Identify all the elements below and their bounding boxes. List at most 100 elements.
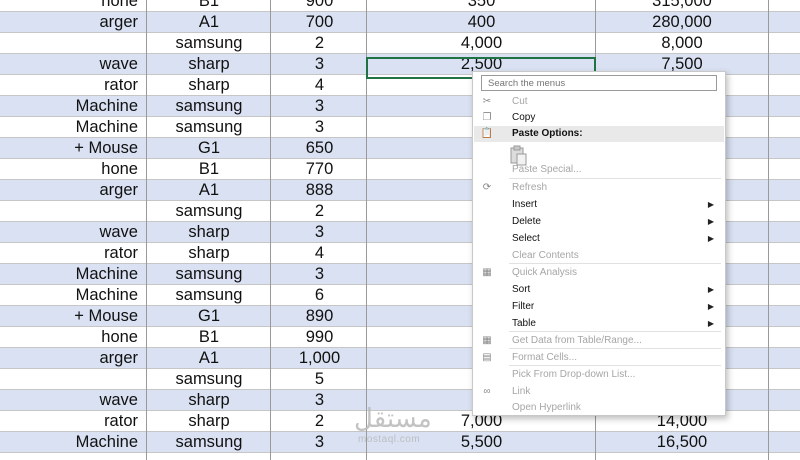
menu-item-table[interactable]: Table ▶: [474, 316, 724, 332]
menu-search-input[interactable]: [481, 75, 717, 91]
table-cell[interactable]: 4: [271, 243, 368, 263]
table-cell[interactable]: 3: [271, 54, 368, 74]
table-cell[interactable]: 900: [271, 0, 368, 11]
table-cell[interactable]: 990: [271, 327, 368, 347]
table-cell[interactable]: sharp: [147, 75, 271, 95]
table-cell[interactable]: G1: [147, 306, 271, 326]
table-cell[interactable]: rator: [0, 75, 146, 95]
table-cell[interactable]: sharp: [147, 411, 271, 431]
menu-item-quick-analysis[interactable]: ▦ Quick Analysis: [474, 265, 724, 281]
table-cell[interactable]: 650: [271, 138, 368, 158]
table-cell[interactable]: 2: [271, 201, 368, 221]
menu-item-refresh[interactable]: ⟳ Refresh: [474, 180, 724, 196]
menu-item-open-hyperlink[interactable]: Open Hyperlink: [474, 400, 724, 416]
table-cell[interactable]: 4: [271, 75, 368, 95]
table-cell[interactable]: A1: [147, 180, 271, 200]
table-cell[interactable]: 770: [271, 159, 368, 179]
menu-item-clear-contents[interactable]: Clear Contents: [474, 248, 724, 264]
table-cell[interactable]: 1,000: [271, 348, 368, 368]
table-cell[interactable]: 3: [271, 264, 368, 284]
table-cell[interactable]: [0, 201, 146, 221]
menu-item-label: Filter: [512, 301, 535, 312]
menu-item-copy[interactable]: ❐ Copy: [474, 110, 724, 126]
table-cell[interactable]: 6: [271, 285, 368, 305]
table-cell[interactable]: [0, 33, 146, 53]
table-cell[interactable]: + Mouse: [0, 306, 146, 326]
table-cell[interactable]: 5,500: [367, 432, 596, 452]
table-cell[interactable]: 3: [271, 432, 368, 452]
table-cell[interactable]: 16,500: [596, 432, 768, 452]
table-cell[interactable]: wave: [0, 390, 146, 410]
table-cell[interactable]: 2: [271, 411, 368, 431]
table-cell[interactable]: 315,000: [596, 0, 768, 11]
menu-item-pick-from-drop-down-list[interactable]: Pick From Drop-down List...: [474, 367, 724, 383]
menu-item-sort[interactable]: Sort ▶: [474, 282, 724, 298]
table-cell[interactable]: hone: [0, 159, 146, 179]
menu-item-link[interactable]: ∞ Link: [474, 384, 724, 400]
menu-item-get-data-from-table-range[interactable]: ▦ Get Data from Table/Range...: [474, 333, 724, 349]
table-cell[interactable]: 8,000: [596, 33, 768, 53]
table-cell[interactable]: 3: [271, 117, 368, 137]
table-cell[interactable]: arger: [0, 12, 146, 32]
table-cell[interactable]: 890: [271, 306, 368, 326]
table-cell[interactable]: Machine: [0, 432, 146, 452]
table-cell[interactable]: samsung: [147, 264, 271, 284]
table-cell[interactable]: Machine: [0, 96, 146, 116]
table-cell[interactable]: samsung: [147, 96, 271, 116]
submenu-arrow-icon: ▶: [707, 319, 714, 328]
table-cell[interactable]: 400: [367, 12, 596, 32]
table-cell[interactable]: wave: [0, 222, 146, 242]
table-cell[interactable]: sharp: [147, 222, 271, 242]
table-cell[interactable]: + Mouse: [0, 138, 146, 158]
table-cell[interactable]: 4,000: [367, 33, 596, 53]
table-cell[interactable]: sharp: [147, 243, 271, 263]
menu-separator: [509, 263, 721, 264]
table-cell[interactable]: sharp: [147, 54, 271, 74]
table-cell[interactable]: hone: [0, 0, 146, 11]
table-cell[interactable]: Machine: [0, 117, 146, 137]
menu-item-select[interactable]: Select ▶: [474, 231, 724, 247]
menu-item-format-cells[interactable]: ▤ Format Cells...: [474, 350, 724, 366]
table-cell[interactable]: 3: [271, 96, 368, 116]
submenu-arrow-icon: ▶: [707, 200, 714, 209]
table-cell[interactable]: arger: [0, 180, 146, 200]
table-cell[interactable]: 2: [271, 33, 368, 53]
table-cell[interactable]: samsung: [147, 33, 271, 53]
menu-separator: [509, 178, 721, 179]
table-cell[interactable]: samsung: [147, 201, 271, 221]
menu-item-label: Cut: [512, 96, 528, 107]
table-cell[interactable]: 3: [271, 222, 368, 242]
table-cell[interactable]: rator: [0, 243, 146, 263]
table-cell[interactable]: 350: [367, 0, 596, 11]
table-cell[interactable]: B1: [147, 0, 271, 11]
table-cell[interactable]: samsung: [147, 432, 271, 452]
table-cell[interactable]: B1: [147, 159, 271, 179]
table-cell[interactable]: Machine: [0, 285, 146, 305]
table-cell[interactable]: arger: [0, 348, 146, 368]
menu-item-cut[interactable]: ✂ Cut: [474, 94, 724, 110]
menu-item-paste-special[interactable]: Paste Special...: [474, 162, 724, 178]
table-cell[interactable]: 5: [271, 369, 368, 389]
table-cell[interactable]: 280,000: [596, 12, 768, 32]
table-cell[interactable]: samsung: [147, 117, 271, 137]
table-cell[interactable]: rator: [0, 411, 146, 431]
menu-item-insert[interactable]: Insert ▶: [474, 197, 724, 213]
table-cell[interactable]: 3: [271, 390, 368, 410]
table-cell[interactable]: sharp: [147, 390, 271, 410]
table-cell[interactable]: hone: [0, 327, 146, 347]
table-cell[interactable]: A1: [147, 12, 271, 32]
menu-item-filter[interactable]: Filter ▶: [474, 299, 724, 315]
table-cell[interactable]: wave: [0, 54, 146, 74]
table-cell[interactable]: 700: [271, 12, 368, 32]
table-cell[interactable]: Machine: [0, 264, 146, 284]
table-cell[interactable]: samsung: [147, 369, 271, 389]
table-cell[interactable]: [0, 369, 146, 389]
table-cell[interactable]: 888: [271, 180, 368, 200]
menu-item-delete[interactable]: Delete ▶: [474, 214, 724, 230]
table-cell[interactable]: B1: [147, 327, 271, 347]
menu-item-label: Select: [512, 233, 540, 244]
table-cell[interactable]: A1: [147, 348, 271, 368]
table-cell[interactable]: samsung: [147, 285, 271, 305]
table-cell[interactable]: G1: [147, 138, 271, 158]
menu-separator: [509, 331, 721, 332]
